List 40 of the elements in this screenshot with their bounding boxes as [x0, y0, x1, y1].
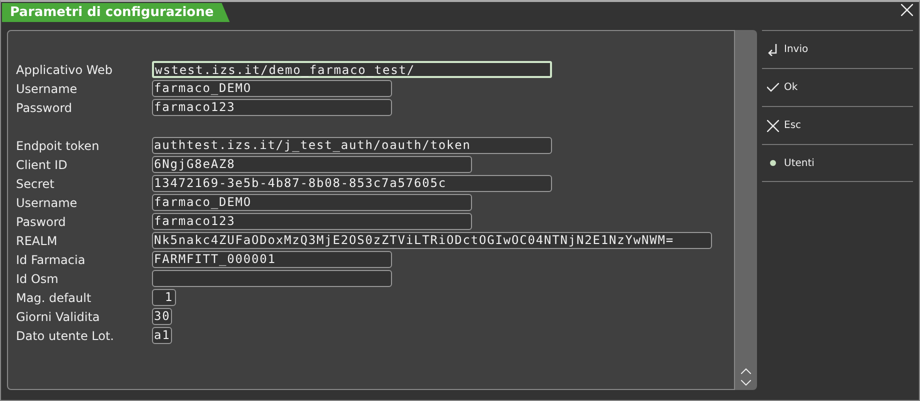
input-field[interactable]: a1	[152, 327, 172, 344]
field-label: Dato utente Lot.	[16, 328, 115, 342]
field-label: Id Farmacia	[16, 252, 86, 266]
field-label: Client ID	[16, 158, 68, 172]
enter-icon	[768, 44, 778, 56]
scroll-down-icon[interactable]	[741, 380, 751, 386]
dot-icon	[770, 160, 776, 166]
field-label: Secret	[16, 176, 56, 190]
field-label: Username	[16, 82, 78, 96]
action-button[interactable]: Ok	[762, 68, 913, 106]
action-button[interactable]: Esc	[762, 106, 913, 144]
input-field[interactable]: wstest.izs.it/demo_farmaco_test/	[152, 61, 552, 78]
field-label: REALM	[16, 234, 58, 248]
close-icon	[767, 120, 779, 132]
input-field[interactable]: authtest.izs.it/j_test_auth/oauth/token	[152, 137, 552, 154]
check-icon	[767, 83, 779, 92]
input-field[interactable]: farmaco123	[152, 213, 472, 230]
input-field[interactable]: farmaco_DEMO	[152, 194, 472, 211]
input-field[interactable]: Nk5nakc4ZUFaODoxMzQ3MjE2OS0zZTViLTRiODctOGIwOC04NTNjN2E1NzYwNWM=	[152, 232, 712, 249]
field-label: Id Osm	[16, 272, 60, 286]
field-label: Giorni Validita	[16, 310, 101, 324]
input-field[interactable]: 30	[152, 308, 172, 325]
field-label: Username	[16, 196, 78, 210]
field-label: Endpoit token	[16, 138, 100, 152]
field-label: Applicativo Web	[16, 62, 114, 76]
input-field[interactable]: 1	[152, 289, 176, 306]
close-icon[interactable]	[901, 4, 913, 16]
scroll-up-icon[interactable]	[741, 368, 751, 374]
input-field[interactable]: 6NgjG8eAZ8	[152, 156, 472, 173]
window-title: Parametri di configurazione	[2, 3, 230, 22]
input-field[interactable]: farmaco_DEMO	[152, 80, 392, 97]
action-button[interactable]: Invio	[762, 30, 913, 68]
input-field[interactable]: FARMFITT_000001	[152, 251, 392, 268]
field-label: Password	[16, 100, 74, 114]
action-button[interactable]: Utenti	[762, 144, 913, 182]
input-field[interactable]: farmaco123	[152, 99, 392, 116]
input-field[interactable]	[152, 270, 392, 287]
input-field[interactable]: 13472169-3e5b-4b87-8b08-853c7a57605c	[152, 175, 552, 192]
field-label: Mag. default	[16, 290, 92, 304]
field-label: Pasword	[16, 214, 67, 228]
